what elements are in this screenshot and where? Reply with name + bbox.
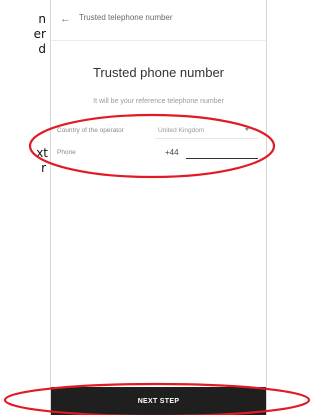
country-select[interactable]: United Kingdom [158,127,204,134]
side-text-2: er [33,27,46,41]
page-subtitle: It will be your reference telephone numb… [93,98,224,105]
page-heading: Trusted phone number [92,65,225,80]
side-text-1: n [38,12,46,26]
side-text-3: d [38,42,46,56]
country-label: Country of the operator [57,127,124,134]
phone-prefix: +44 [165,148,179,157]
next-step-button[interactable]: NEXT STEP [51,387,266,415]
phone-label: Phone [57,149,76,156]
caret-down-icon[interactable] [245,128,249,131]
side-text-5: r [41,161,46,175]
app-bar-title: Trusted telephone number [79,13,173,22]
phone-input[interactable] [186,146,258,159]
back-arrow-icon[interactable]: ← [60,12,71,26]
app-bar: ← Trusted telephone number [51,0,266,41]
side-text-4: xt [36,146,48,160]
phone-screen: ← Trusted telephone number Trusted phone… [50,0,267,415]
country-underline [155,138,258,139]
